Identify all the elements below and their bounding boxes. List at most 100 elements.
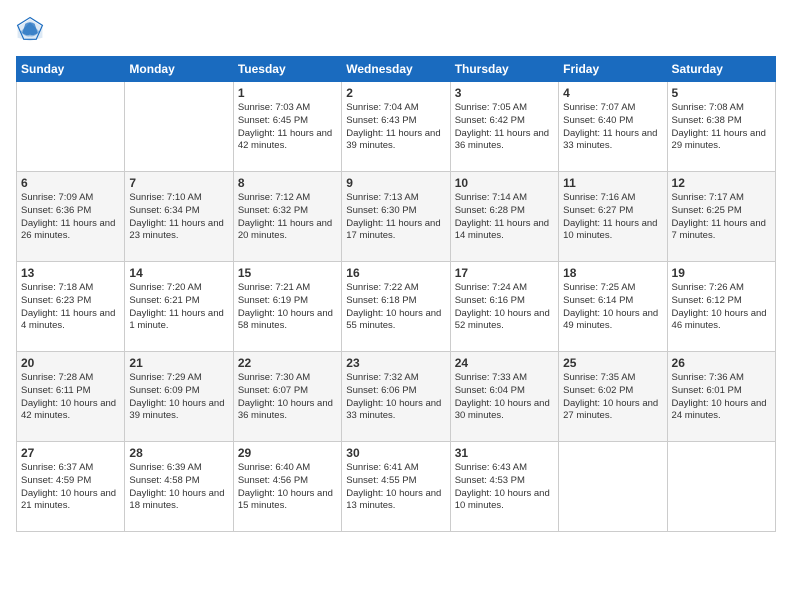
day-number: 17 xyxy=(455,266,554,280)
calendar-cell: 17 Sunrise: 7:24 AM Sunset: 6:16 PM Dayli… xyxy=(450,262,558,352)
day-info: Sunrise: 6:37 AM Sunset: 4:59 PM Dayligh… xyxy=(21,462,120,513)
day-number: 8 xyxy=(238,176,337,190)
day-info: Sunrise: 6:39 AM Sunset: 4:58 PM Dayligh… xyxy=(129,462,228,513)
day-info: Sunrise: 7:35 AM Sunset: 6:02 PM Dayligh… xyxy=(563,372,662,423)
weekday-header: Tuesday xyxy=(233,57,341,82)
day-number: 6 xyxy=(21,176,120,190)
day-info: Sunrise: 6:40 AM Sunset: 4:56 PM Dayligh… xyxy=(238,462,337,513)
calendar-cell: 31Sunrise: 6:43 AM Sunset: 4:53 PM Dayli… xyxy=(450,442,558,532)
day-number: 22 xyxy=(238,356,337,370)
page-header xyxy=(16,16,776,44)
calendar-cell: 20 Sunrise: 7:28 AM Sunset: 6:11 PM Dayli… xyxy=(17,352,125,442)
day-info: Sunrise: 7:04 AM Sunset: 6:43 PM Dayligh… xyxy=(346,102,445,153)
day-info: Sunrise: 7:28 AM Sunset: 6:11 PM Dayligh… xyxy=(21,372,120,423)
day-number: 3 xyxy=(455,86,554,100)
day-number: 23 xyxy=(346,356,445,370)
calendar-cell xyxy=(667,442,775,532)
calendar-cell: 22 Sunrise: 7:30 AM Sunset: 6:07 PM Dayli… xyxy=(233,352,341,442)
day-info: Sunrise: 7:20 AM Sunset: 6:21 PM Dayligh… xyxy=(129,282,228,333)
calendar-week-row: 6 Sunrise: 7:09 AM Sunset: 6:36 PM Daylig… xyxy=(17,172,776,262)
day-info: Sunrise: 7:10 AM Sunset: 6:34 PM Dayligh… xyxy=(129,192,228,243)
day-info: Sunrise: 7:03 AM Sunset: 6:45 PM Dayligh… xyxy=(238,102,337,153)
day-info: Sunrise: 7:18 AM Sunset: 6:23 PM Dayligh… xyxy=(21,282,120,333)
day-number: 29 xyxy=(238,446,337,460)
weekday-header: Wednesday xyxy=(342,57,450,82)
day-info: Sunrise: 7:25 AM Sunset: 6:14 PM Dayligh… xyxy=(563,282,662,333)
day-number: 20 xyxy=(21,356,120,370)
day-number: 14 xyxy=(129,266,228,280)
day-number: 27 xyxy=(21,446,120,460)
calendar-cell: 12 Sunrise: 7:17 AM Sunset: 6:25 PM Dayli… xyxy=(667,172,775,262)
calendar-cell: 1 Sunrise: 7:03 AM Sunset: 6:45 PM Daylig… xyxy=(233,82,341,172)
day-info: Sunrise: 7:30 AM Sunset: 6:07 PM Dayligh… xyxy=(238,372,337,423)
calendar-cell: 10Sunrise: 7:14 AM Sunset: 6:28 PM Dayli… xyxy=(450,172,558,262)
day-number: 1 xyxy=(238,86,337,100)
day-number: 11 xyxy=(563,176,662,190)
weekday-header: Friday xyxy=(559,57,667,82)
day-number: 13 xyxy=(21,266,120,280)
weekday-header: Saturday xyxy=(667,57,775,82)
weekday-header-row: SundayMondayTuesdayWednesdayThursdayFrid… xyxy=(17,57,776,82)
calendar-cell: 26 Sunrise: 7:36 AM Sunset: 6:01 PM Dayli… xyxy=(667,352,775,442)
weekday-header: Sunday xyxy=(17,57,125,82)
calendar-cell: 7 Sunrise: 7:10 AM Sunset: 6:34 PM Daylig… xyxy=(125,172,233,262)
day-info: Sunrise: 7:22 AM Sunset: 6:18 PM Dayligh… xyxy=(346,282,445,333)
day-number: 24 xyxy=(455,356,554,370)
day-number: 31 xyxy=(455,446,554,460)
calendar-week-row: 20 Sunrise: 7:28 AM Sunset: 6:11 PM Dayli… xyxy=(17,352,776,442)
calendar-cell: 11 Sunrise: 7:16 AM Sunset: 6:27 PM Dayli… xyxy=(559,172,667,262)
day-number: 7 xyxy=(129,176,228,190)
day-info: Sunrise: 7:07 AM Sunset: 6:40 PM Dayligh… xyxy=(563,102,662,153)
day-number: 4 xyxy=(563,86,662,100)
day-number: 10 xyxy=(455,176,554,190)
day-info: Sunrise: 7:32 AM Sunset: 6:06 PM Dayligh… xyxy=(346,372,445,423)
calendar-cell: 29 Sunrise: 6:40 AM Sunset: 4:56 PM Dayli… xyxy=(233,442,341,532)
day-info: Sunrise: 7:17 AM Sunset: 6:25 PM Dayligh… xyxy=(672,192,771,243)
day-number: 26 xyxy=(672,356,771,370)
calendar-cell: 27 Sunrise: 6:37 AM Sunset: 4:59 PM Dayli… xyxy=(17,442,125,532)
calendar-cell: 18 Sunrise: 7:25 AM Sunset: 6:14 PM Dayli… xyxy=(559,262,667,352)
calendar-cell: 24 Sunrise: 7:33 AM Sunset: 6:04 PM Dayli… xyxy=(450,352,558,442)
calendar-cell: 9 Sunrise: 7:13 AM Sunset: 6:30 PM Daylig… xyxy=(342,172,450,262)
day-number: 9 xyxy=(346,176,445,190)
day-info: Sunrise: 7:09 AM Sunset: 6:36 PM Dayligh… xyxy=(21,192,120,243)
calendar-cell: 14 Sunrise: 7:20 AM Sunset: 6:21 PM Dayli… xyxy=(125,262,233,352)
calendar-cell: 25 Sunrise: 7:35 AM Sunset: 6:02 PM Dayli… xyxy=(559,352,667,442)
day-number: 16 xyxy=(346,266,445,280)
day-info: Sunrise: 7:24 AM Sunset: 6:16 PM Dayligh… xyxy=(455,282,554,333)
calendar-week-row: 13 Sunrise: 7:18 AM Sunset: 6:23 PM Dayli… xyxy=(17,262,776,352)
calendar-cell: 23 Sunrise: 7:32 AM Sunset: 6:06 PM Dayli… xyxy=(342,352,450,442)
calendar-week-row: 27 Sunrise: 6:37 AM Sunset: 4:59 PM Dayli… xyxy=(17,442,776,532)
calendar-cell: 28 Sunrise: 6:39 AM Sunset: 4:58 PM Dayli… xyxy=(125,442,233,532)
day-info: Sunrise: 7:33 AM Sunset: 6:04 PM Dayligh… xyxy=(455,372,554,423)
day-number: 15 xyxy=(238,266,337,280)
calendar-table: SundayMondayTuesdayWednesdayThursdayFrid… xyxy=(16,56,776,532)
day-number: 5 xyxy=(672,86,771,100)
day-number: 30 xyxy=(346,446,445,460)
day-number: 19 xyxy=(672,266,771,280)
calendar-cell: 15 Sunrise: 7:21 AM Sunset: 6:19 PM Dayli… xyxy=(233,262,341,352)
calendar-week-row: 1 Sunrise: 7:03 AM Sunset: 6:45 PM Daylig… xyxy=(17,82,776,172)
day-number: 2 xyxy=(346,86,445,100)
day-info: Sunrise: 7:16 AM Sunset: 6:27 PM Dayligh… xyxy=(563,192,662,243)
day-number: 18 xyxy=(563,266,662,280)
day-number: 12 xyxy=(672,176,771,190)
day-info: Sunrise: 7:36 AM Sunset: 6:01 PM Dayligh… xyxy=(672,372,771,423)
day-info: Sunrise: 7:08 AM Sunset: 6:38 PM Dayligh… xyxy=(672,102,771,153)
calendar-cell xyxy=(125,82,233,172)
weekday-header: Monday xyxy=(125,57,233,82)
day-info: Sunrise: 7:21 AM Sunset: 6:19 PM Dayligh… xyxy=(238,282,337,333)
day-info: Sunrise: 6:41 AM Sunset: 4:55 PM Dayligh… xyxy=(346,462,445,513)
day-number: 21 xyxy=(129,356,228,370)
day-number: 28 xyxy=(129,446,228,460)
day-info: Sunrise: 7:29 AM Sunset: 6:09 PM Dayligh… xyxy=(129,372,228,423)
day-info: Sunrise: 7:13 AM Sunset: 6:30 PM Dayligh… xyxy=(346,192,445,243)
day-number: 25 xyxy=(563,356,662,370)
calendar-cell: 30 Sunrise: 6:41 AM Sunset: 4:55 PM Dayli… xyxy=(342,442,450,532)
calendar-cell: 13 Sunrise: 7:18 AM Sunset: 6:23 PM Dayli… xyxy=(17,262,125,352)
day-info: Sunrise: 7:12 AM Sunset: 6:32 PM Dayligh… xyxy=(238,192,337,243)
calendar-cell: 16 Sunrise: 7:22 AM Sunset: 6:18 PM Dayli… xyxy=(342,262,450,352)
day-info: Sunrise: 7:05 AM Sunset: 6:42 PM Dayligh… xyxy=(455,102,554,153)
calendar-cell: 5 Sunrise: 7:08 AM Sunset: 6:38 PM Daylig… xyxy=(667,82,775,172)
calendar-cell: 2 Sunrise: 7:04 AM Sunset: 6:43 PM Daylig… xyxy=(342,82,450,172)
